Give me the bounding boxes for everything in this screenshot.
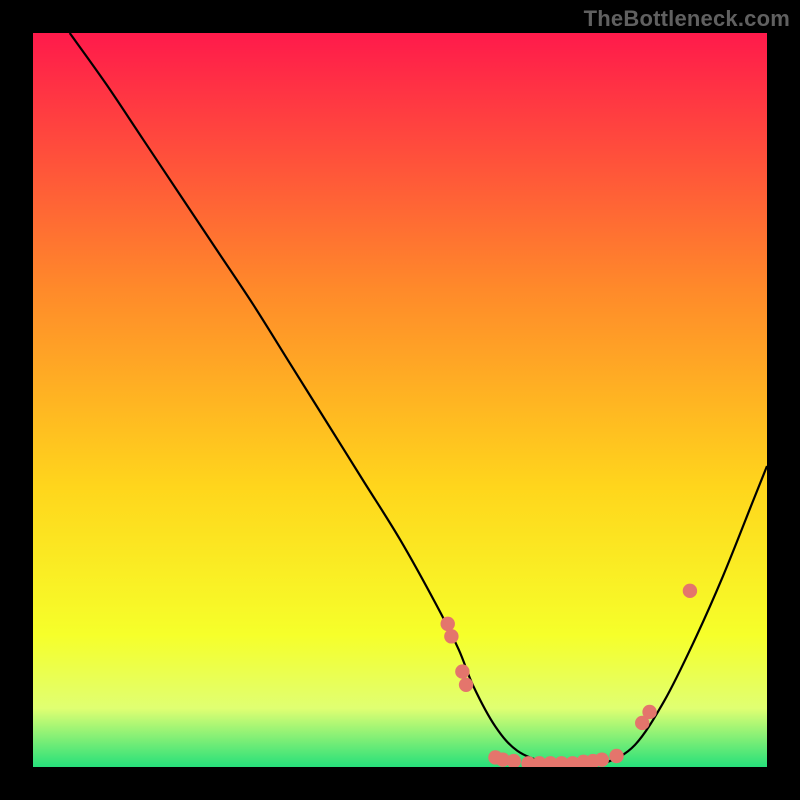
data-marker — [642, 705, 656, 719]
data-marker — [609, 749, 623, 763]
chart-svg — [33, 33, 767, 767]
plot-area — [33, 33, 767, 767]
data-marker — [683, 584, 697, 598]
data-marker — [441, 617, 455, 631]
chart-container: TheBottleneck.com — [0, 0, 800, 800]
gradient-background — [33, 33, 767, 767]
data-marker — [595, 752, 609, 766]
data-marker — [455, 664, 469, 678]
watermark-text: TheBottleneck.com — [584, 6, 790, 32]
data-marker — [444, 629, 458, 643]
data-marker — [459, 678, 473, 692]
